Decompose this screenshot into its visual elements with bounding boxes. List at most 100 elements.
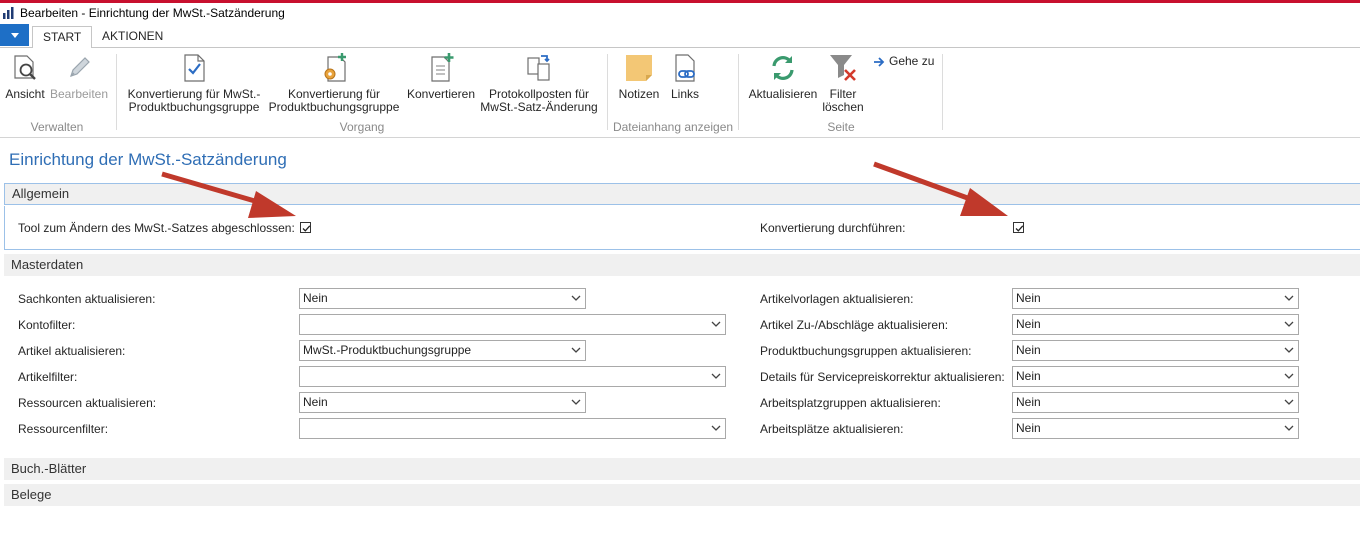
checkmark-icon bbox=[1015, 225, 1024, 232]
chevron-down-icon bbox=[571, 347, 581, 353]
chevron-down-icon bbox=[571, 295, 581, 301]
group-separator bbox=[942, 54, 943, 130]
checkmark-icon bbox=[302, 225, 311, 232]
select-value: Nein bbox=[1016, 421, 1041, 435]
arbeitsplaetze-label: Arbeitsplätze aktualisieren: bbox=[760, 422, 904, 436]
produktbuchungsgruppen-label: Produktbuchungsgruppen aktualisieren: bbox=[760, 344, 972, 358]
chevron-down-icon bbox=[571, 399, 581, 405]
document-link-icon bbox=[675, 54, 695, 82]
chevron-down-icon bbox=[711, 425, 721, 431]
ressourcenfilter-input[interactable] bbox=[299, 418, 726, 439]
arrow-right-icon bbox=[874, 57, 885, 67]
konvertierung-mwst-produktbuchungsgruppe-button[interactable]: Konvertierung für MwSt.- Produktbuchungs… bbox=[124, 52, 264, 114]
artikelvorlagen-aktualisieren-select[interactable]: Nein bbox=[1012, 288, 1299, 309]
chevron-down-icon bbox=[1284, 373, 1294, 379]
aktualisieren-button[interactable]: Aktualisieren bbox=[746, 52, 820, 101]
filter-loeschen-button[interactable]: Filter löschen bbox=[820, 52, 866, 114]
aktualisieren-label: Aktualisieren bbox=[748, 87, 818, 101]
bearbeiten-button[interactable]: Bearbeiten bbox=[48, 52, 110, 101]
dropdown-triangle-icon bbox=[10, 32, 19, 38]
group-separator bbox=[116, 54, 117, 130]
page-title: Einrichtung der MwSt.-Satzänderung bbox=[9, 150, 287, 169]
konv-mwst-label-1: Konvertierung für MwSt.- bbox=[127, 87, 261, 101]
tool-abgeschlossen-checkbox[interactable] bbox=[300, 222, 311, 233]
sachkonten-aktualisieren-label: Sachkonten aktualisieren: bbox=[18, 292, 156, 306]
group-label-verwalten: Verwalten bbox=[30, 120, 84, 134]
ansicht-button[interactable]: Ansicht bbox=[4, 52, 46, 101]
chevron-down-icon bbox=[1284, 347, 1294, 353]
konvertierung-produktbuchungsgruppe-button[interactable]: Konvertierung für Produktbuchungsgruppe bbox=[266, 52, 402, 114]
window-title: Bearbeiten - Einrichtung der MwSt.-Satzä… bbox=[20, 6, 285, 20]
document-arrows-icon bbox=[527, 55, 550, 81]
arbeitsplatzgruppen-label: Arbeitsplatzgruppen aktualisieren: bbox=[760, 396, 941, 410]
kontofilter-input[interactable] bbox=[299, 314, 726, 335]
links-button[interactable]: Links bbox=[666, 52, 704, 101]
ressourcenfilter-label: Ressourcenfilter: bbox=[18, 422, 109, 436]
app-menu-button[interactable] bbox=[0, 24, 29, 46]
app-icon bbox=[3, 7, 14, 19]
select-value: Nein bbox=[1016, 317, 1041, 331]
servicepreiskorrektur-select[interactable]: Nein bbox=[1012, 366, 1299, 387]
filter-label-2: löschen bbox=[822, 100, 864, 114]
produktbuchungsgruppen-select[interactable]: Nein bbox=[1012, 340, 1299, 361]
arbeitsplatzgruppen-select[interactable]: Nein bbox=[1012, 392, 1299, 413]
view-magnifier-icon bbox=[14, 55, 36, 80]
notizen-button[interactable]: Notizen bbox=[614, 52, 664, 101]
arbeitsplaetze-select[interactable]: Nein bbox=[1012, 418, 1299, 439]
konvertieren-button[interactable]: Konvertieren bbox=[404, 52, 478, 101]
sachkonten-aktualisieren-select[interactable]: Nein bbox=[299, 288, 586, 309]
artikel-zu-abschlaege-select[interactable]: Nein bbox=[1012, 314, 1299, 335]
section-header-masterdaten[interactable]: Masterdaten bbox=[4, 254, 1360, 276]
annotation-arrow-icon bbox=[161, 171, 296, 218]
artikelfilter-label: Artikelfilter: bbox=[18, 370, 78, 384]
protokoll-label-1: Protokollposten für bbox=[488, 87, 590, 101]
ressourcen-aktualisieren-label: Ressourcen aktualisieren: bbox=[18, 396, 157, 410]
chevron-down-icon bbox=[1284, 399, 1294, 405]
ribbon: Ansicht Bearbeiten Verwalten Konvertieru… bbox=[0, 48, 1360, 138]
chevron-down-icon bbox=[711, 321, 721, 327]
chevron-down-icon bbox=[1284, 425, 1294, 431]
chevron-down-icon bbox=[711, 373, 721, 379]
artikelvorlagen-aktualisieren-label: Artikelvorlagen aktualisieren: bbox=[760, 292, 914, 306]
group-label-seite: Seite bbox=[827, 120, 855, 134]
select-value: MwSt.-Produktbuchungsgruppe bbox=[303, 343, 472, 357]
gehe-zu-button[interactable]: Gehe zu bbox=[874, 54, 934, 68]
document-check-icon bbox=[184, 54, 205, 82]
ribbon-tab-row: START AKTIONEN bbox=[0, 24, 1360, 49]
title-bar: Bearbeiten - Einrichtung der MwSt.-Satzä… bbox=[0, 3, 1360, 23]
chevron-down-icon bbox=[1284, 295, 1294, 301]
refresh-icon bbox=[772, 56, 794, 80]
filter-label-1: Filter bbox=[829, 87, 857, 101]
document-plus-icon bbox=[431, 53, 454, 82]
bearbeiten-label: Bearbeiten bbox=[49, 87, 109, 101]
artikelfilter-input[interactable] bbox=[299, 366, 726, 387]
servicepreiskorrektur-label: Details für Servicepreiskorrektur aktual… bbox=[760, 370, 1005, 384]
konv-prod-label-1: Konvertierung für bbox=[287, 87, 381, 101]
links-label: Links bbox=[670, 87, 699, 101]
document-gear-plus-icon bbox=[324, 53, 346, 82]
artikel-zu-abschlaege-label: Artikel Zu-/Abschläge aktualisieren: bbox=[760, 318, 949, 332]
gehe-zu-label: Gehe zu bbox=[889, 54, 935, 68]
group-label-vorgang: Vorgang bbox=[339, 120, 385, 134]
artikel-aktualisieren-select[interactable]: MwSt.-Produktbuchungsgruppe bbox=[299, 340, 586, 361]
konv-prod-label-2: Produktbuchungsgruppe bbox=[268, 100, 400, 114]
ressourcen-aktualisieren-select[interactable]: Nein bbox=[299, 392, 586, 413]
konvertieren-label: Konvertieren bbox=[406, 87, 476, 101]
section-header-belege[interactable]: Belege bbox=[4, 484, 1360, 506]
ansicht-label: Ansicht bbox=[5, 87, 45, 101]
select-value: Nein bbox=[1016, 395, 1041, 409]
protokoll-label-2: MwSt.-Satz-Änderung bbox=[480, 100, 598, 114]
artikel-aktualisieren-label: Artikel aktualisieren: bbox=[18, 344, 126, 358]
select-value: Nein bbox=[1016, 343, 1041, 357]
select-value: Nein bbox=[303, 395, 328, 409]
konvertierung-durchfuehren-checkbox[interactable] bbox=[1013, 222, 1024, 233]
section-header-buch-blaetter[interactable]: Buch.-Blätter bbox=[4, 458, 1360, 480]
sticky-note-icon bbox=[626, 55, 652, 81]
chevron-down-icon bbox=[1284, 321, 1294, 327]
protokollposten-button[interactable]: Protokollposten für MwSt.-Satz-Änderung bbox=[478, 52, 600, 114]
filter-clear-icon bbox=[830, 55, 856, 81]
group-separator bbox=[607, 54, 608, 130]
tab-aktionen[interactable]: AKTIONEN bbox=[92, 26, 173, 47]
select-value: Nein bbox=[1016, 291, 1041, 305]
tab-start[interactable]: START bbox=[32, 26, 93, 49]
